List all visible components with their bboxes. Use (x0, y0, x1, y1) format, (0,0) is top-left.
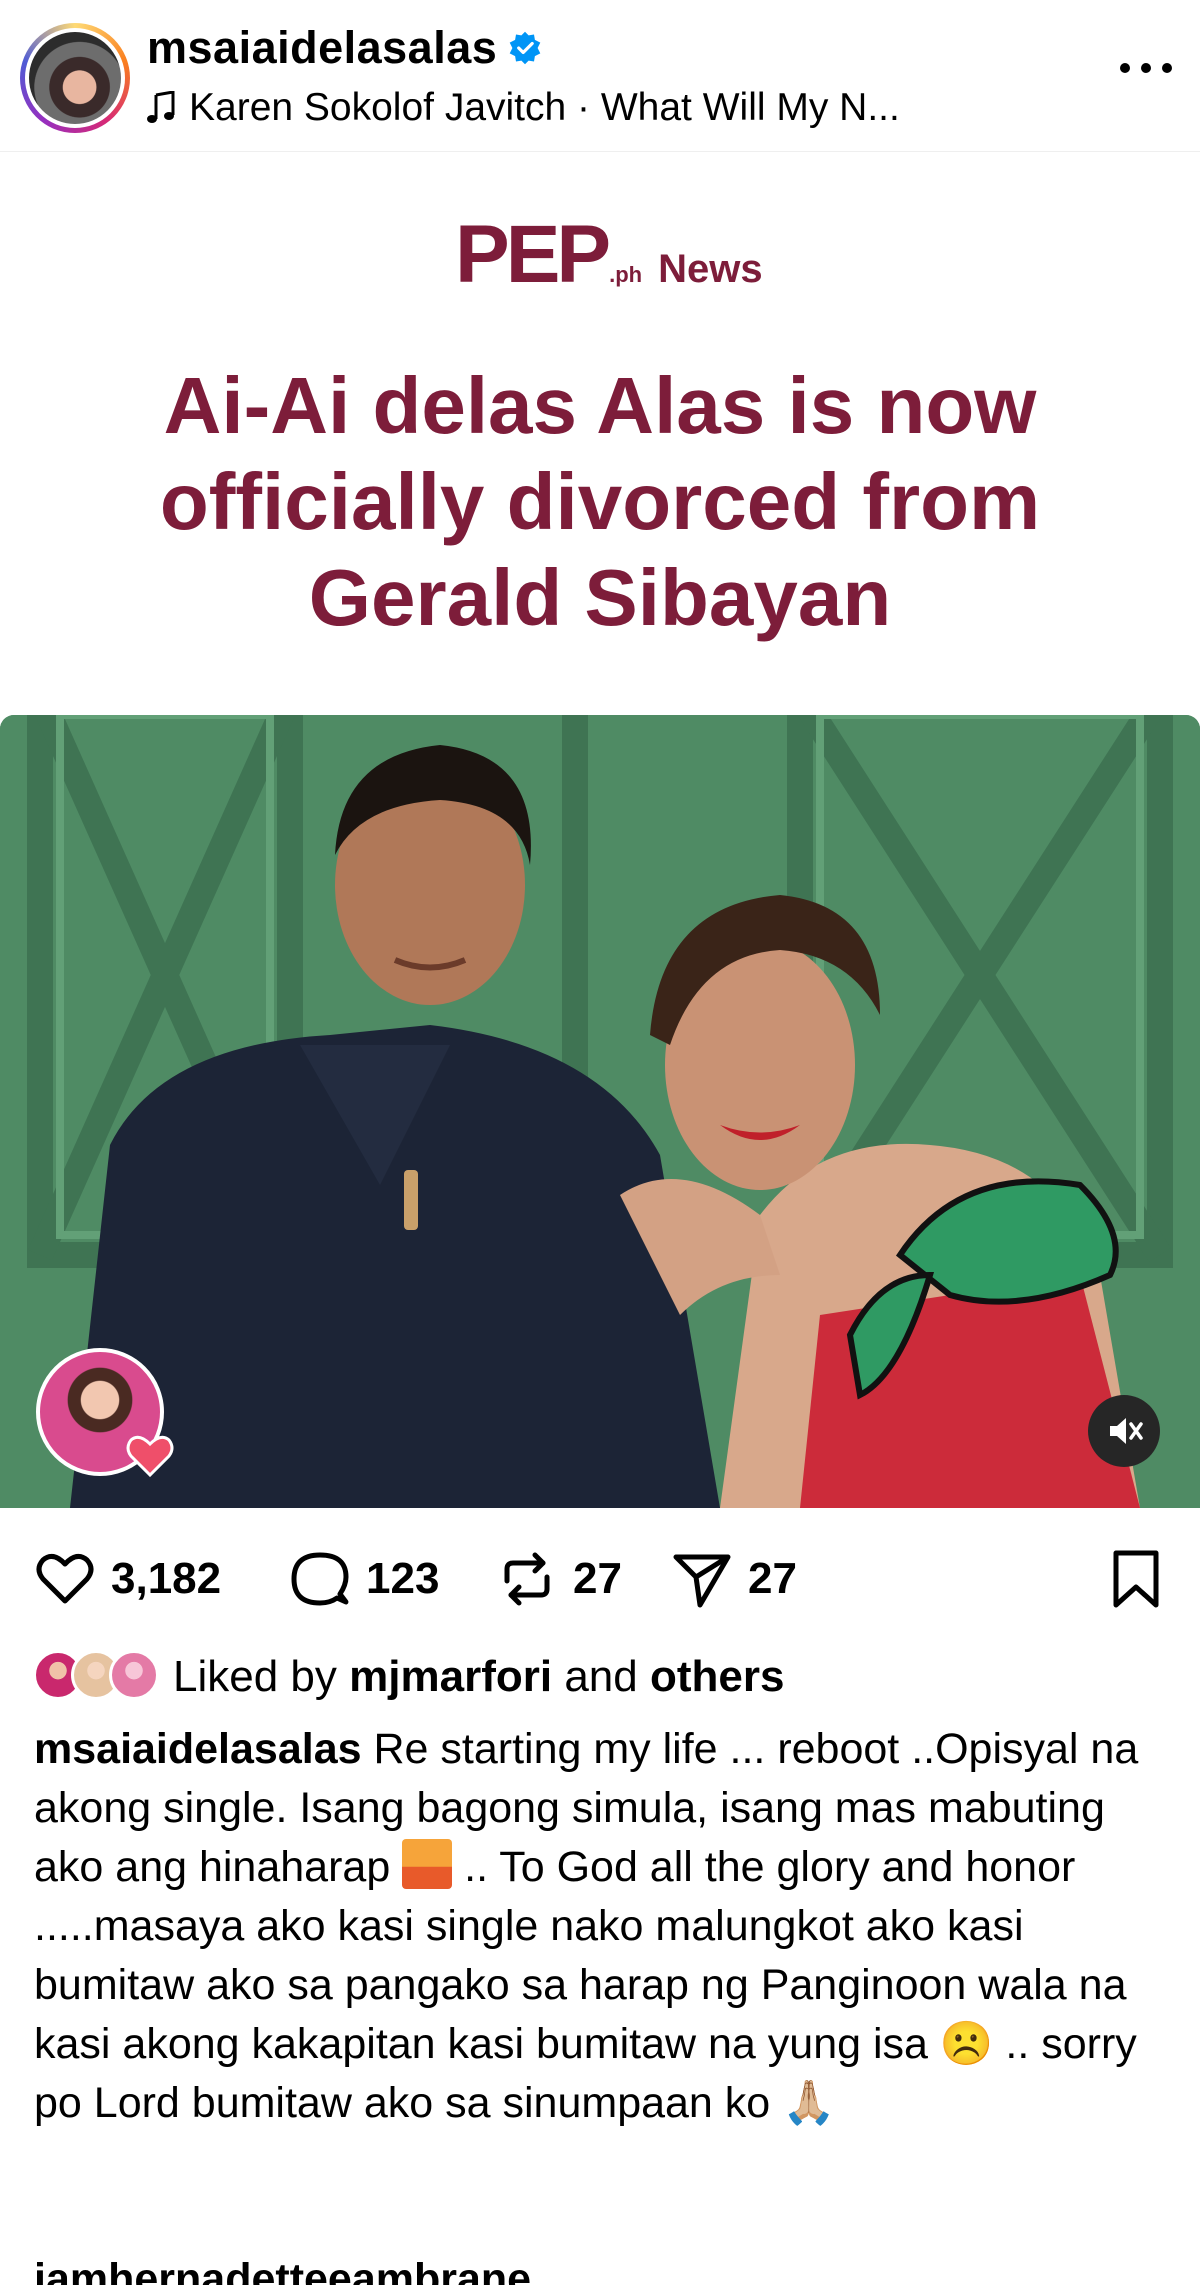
like-button[interactable]: 3,182 (33, 1547, 221, 1611)
music-track-label: Karen Sokolof Javitch · What Will My N..… (189, 86, 900, 129)
comments-count: 123 (366, 1554, 440, 1603)
shares-count: 27 (748, 1554, 797, 1603)
liker-avatars (33, 1650, 161, 1704)
pep-logo: PEP .ph News (455, 208, 763, 302)
sad-emoji: ☹️ (939, 2020, 994, 2068)
send-icon (673, 1554, 731, 1608)
likes-count: 3,182 (111, 1554, 222, 1603)
action-bar: 3,182 123 27 27 (0, 1535, 1200, 1615)
heart-outline-icon (36, 1553, 94, 1604)
couple-photo (0, 715, 1200, 1508)
repost-button[interactable]: 27 (495, 1547, 622, 1611)
comment-button[interactable]: 123 (288, 1547, 439, 1611)
next-comment-username[interactable]: iamhernadetteeambrane (34, 2255, 531, 2285)
mute-button[interactable] (1088, 1395, 1160, 1467)
logo-suffix-text: .ph (609, 262, 643, 287)
music-row[interactable]: Karen Sokolof Javitch · What Will My N..… (147, 86, 900, 130)
profile-avatar[interactable] (20, 23, 130, 133)
liked-by-row[interactable]: Liked by mjmarfori and others (33, 1650, 784, 1704)
verified-badge-icon (509, 31, 541, 65)
repost-icon (504, 1552, 550, 1606)
reposts-count: 27 (573, 1554, 622, 1603)
comment-bubble-icon (291, 1552, 349, 1606)
post-media[interactable]: PEP .ph News Ai-Ai delas Alas is now off… (0, 153, 1200, 1508)
liked-by-others[interactable]: others (650, 1652, 784, 1702)
pray-emoji: 🙏🏼 (782, 2079, 836, 2127)
liked-by-prefix: Liked by (173, 1652, 337, 1701)
heart-icon (126, 1435, 174, 1478)
news-headline: Ai-Ai delas Alas is now officially divor… (159, 361, 1041, 642)
share-button[interactable]: 27 (670, 1547, 797, 1611)
caption-username[interactable]: msaiaidelasalas (34, 1725, 362, 1773)
speaker-muted-icon (1110, 1418, 1143, 1444)
logo-main-text: PEP (455, 209, 611, 300)
liked-by-user[interactable]: mjmarfori (349, 1652, 552, 1702)
post-username[interactable]: msaiaidelasalas (147, 22, 497, 74)
more-options-icon[interactable] (1120, 58, 1172, 78)
post-caption: msaiaidelasalas Re starting my life ... … (34, 1720, 1174, 2133)
music-note-icon (147, 91, 175, 123)
sunrise-emoji-icon (402, 1839, 453, 1889)
bookmark-icon[interactable] (1106, 1547, 1166, 1611)
logo-section-text: News (658, 247, 763, 291)
username-row: msaiaidelasalas (147, 22, 543, 74)
liked-by-middle: and (564, 1652, 638, 1701)
post-header: msaiaidelasalas Karen Sokolof Javitch · … (0, 0, 1200, 152)
